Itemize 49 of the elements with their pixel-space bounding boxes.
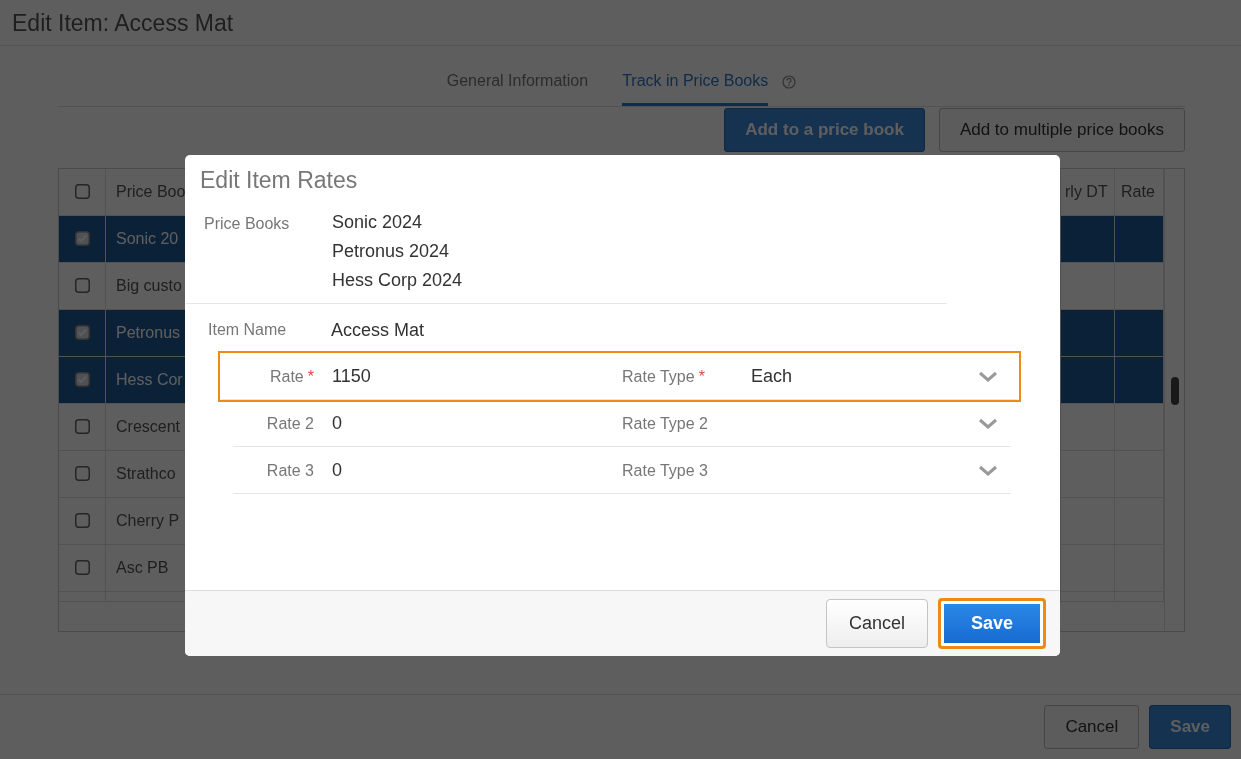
- scrollbar-thumb[interactable]: [1170, 376, 1179, 405]
- dialog-title: Edit Item Rates: [199, 166, 359, 195]
- cancel-button[interactable]: Cancel: [825, 599, 928, 648]
- table-cell-text: Hess Cor: [116, 369, 183, 390]
- rate-input[interactable]: 0: [332, 413, 342, 433]
- checkbox[interactable]: [74, 325, 90, 340]
- required-mark: *: [698, 367, 705, 385]
- price-book-name: Sonic 2024: [332, 210, 424, 234]
- checkbox[interactable]: [74, 278, 90, 293]
- chevron-down-icon: [978, 417, 998, 430]
- field-label: Rate Type: [622, 367, 695, 385]
- table-cell-text: Big custo: [116, 275, 182, 296]
- table-cell-text: Asc PB: [116, 557, 169, 578]
- checkbox[interactable]: [74, 560, 90, 575]
- rate-input[interactable]: 1150: [332, 366, 371, 386]
- table-cell-text: Strathco: [116, 463, 176, 484]
- column-header: rly DT: [1065, 181, 1108, 202]
- required-mark: *: [307, 367, 314, 385]
- page-title: Edit Item: Access Mat: [0, 0, 1241, 46]
- table-cell-text: Cherry P: [116, 510, 180, 531]
- toolbar-button[interactable]: Add to multiple price books: [938, 108, 1185, 152]
- chevron-down-icon: [978, 464, 998, 477]
- field-label: Item Name: [208, 320, 288, 340]
- column-header: Price Boo: [116, 181, 186, 202]
- save-button[interactable]: Save: [937, 598, 1046, 649]
- table-cell-text: Sonic 20: [116, 228, 179, 249]
- checkbox[interactable]: [74, 184, 90, 199]
- price-book-name: Petronus 2024: [332, 239, 451, 263]
- field-label: Rate Type 3: [622, 461, 708, 479]
- cancel-button[interactable]: Cancel: [1044, 705, 1140, 749]
- checkbox[interactable]: [74, 231, 90, 246]
- checkbox[interactable]: [74, 419, 90, 434]
- checkbox[interactable]: [74, 466, 90, 481]
- table-cell-text: Crescent: [116, 416, 181, 437]
- field-label: Rate Type 2: [622, 414, 708, 432]
- field-label: Rate: [269, 367, 304, 385]
- item-name: Access Mat: [331, 318, 425, 342]
- checkbox[interactable]: [74, 513, 90, 528]
- rate-input[interactable]: 0: [332, 460, 342, 480]
- table-cell-text: Petronus: [116, 322, 181, 343]
- field-label: Price Books: [204, 213, 291, 234]
- field-label: Rate 3: [266, 461, 314, 479]
- chevron-down-icon: [978, 370, 998, 383]
- field-label: Rate 2: [266, 414, 314, 432]
- price-book-name: Hess Corp 2024: [332, 268, 463, 292]
- checkbox[interactable]: [74, 372, 90, 387]
- tab[interactable]: Track in Price Books: [622, 58, 769, 106]
- rate-type-select[interactable]: Each: [751, 366, 793, 386]
- column-header: Rate: [1121, 181, 1155, 202]
